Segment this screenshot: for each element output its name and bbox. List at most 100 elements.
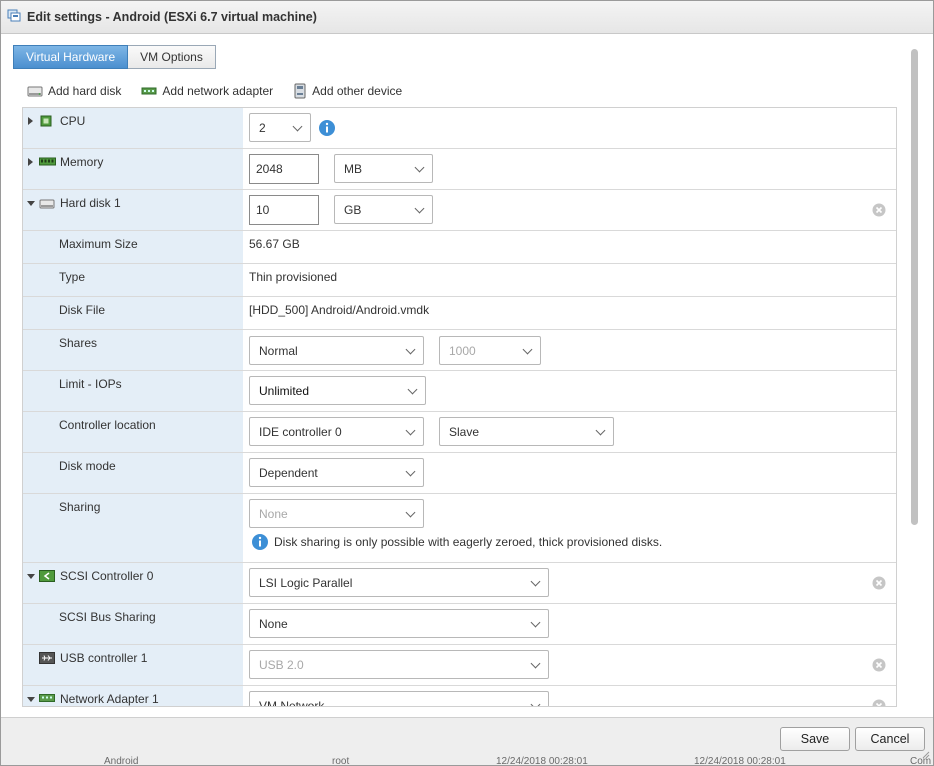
scsi-controller-type-value: LSI Logic Parallel [259,575,353,590]
hardware-toolbar: Add hard disk Add network adapter Add ot… [27,83,422,99]
scsi-controller-label-cell: SCSI Controller 0 [23,563,243,603]
disk-file-row: Disk File [HDD_500] Android/Android.vmdk [23,297,896,330]
hard-disk-row: Hard disk 1 10 GB [23,190,896,231]
expand-chevron-icon[interactable] [28,158,33,166]
limit-iops-select[interactable]: Unlimited [249,376,426,405]
hard-disk-size-input[interactable]: 10 [249,195,319,225]
disk-mode-select[interactable]: Dependent [249,458,424,487]
disk-file-value-cell: [HDD_500] Android/Android.vmdk [249,297,896,329]
info-icon[interactable] [318,119,336,137]
add-network-adapter-button[interactable]: Add network adapter [141,84,273,98]
scsi-controller-value-cell: LSI Logic Parallel [249,563,896,603]
remove-scsi-controller-icon[interactable] [872,576,886,590]
controller-location-value-cell: IDE controller 0 Slave [249,412,896,452]
chevron-down-icon [405,344,416,355]
max-size-value-cell: 56.67 GB [249,231,896,263]
cpu-label: CPU [60,114,86,128]
cpu-count-value: 2 [259,120,266,135]
sharing-value-cell: None Disk sharing is only possible with … [249,494,896,562]
scsi-controller-row: SCSI Controller 0 LSI Logic Parallel [23,563,896,604]
scsi-bus-sharing-value-cell: None [249,604,896,644]
limit-iops-label-cell: Limit - IOPs [23,371,243,411]
cpu-row: CPU 2 [23,108,896,149]
network-adapter-label: Network Adapter 1 [60,692,159,706]
limit-iops-value-cell: Unlimited [249,371,896,411]
cpu-label-cell: CPU [23,108,243,148]
shares-label: Shares [59,336,98,350]
tab-vm-options[interactable]: VM Options [128,45,216,69]
chevron-down-icon [292,121,303,132]
remove-usb-controller-icon[interactable] [872,658,886,672]
memory-unit-value: MB [344,161,362,176]
scrollbar-thumb[interactable] [911,49,918,525]
controller-position-value: Slave [449,424,480,439]
cpu-count-select[interactable]: 2 [249,113,311,142]
sharing-label: Sharing [59,500,101,514]
shares-row: Shares Normal 1000 [23,330,896,371]
hard-disk-icon [39,198,55,210]
shares-select[interactable]: Normal [249,336,424,365]
disk-type-label-cell: Type [23,264,243,296]
hard-disk-unit-select[interactable]: GB [334,195,433,224]
chevron-down-icon [530,658,541,669]
remove-network-adapter-icon[interactable] [872,699,886,706]
dialog-titlebar: Edit settings - Android (ESXi 6.7 virtua… [1,1,933,34]
scsi-bus-sharing-select[interactable]: None [249,609,549,638]
usb-controller-type-select: USB 2.0 [249,650,549,679]
network-adapter-value-cell: VM Network [249,686,896,706]
chevron-down-icon [530,576,541,587]
memory-unit-select[interactable]: MB [334,154,433,183]
remove-hard-disk-icon[interactable] [872,203,886,217]
save-button[interactable]: Save [780,727,850,751]
max-size-value: 56.67 GB [249,237,300,251]
tab-virtual-hardware[interactable]: Virtual Hardware [13,45,129,69]
usb-controller-row: USB controller 1 USB 2.0 [23,645,896,686]
max-size-row: Maximum Size 56.67 GB [23,231,896,264]
add-other-device-label: Add other device [312,84,403,98]
background-task-time1: 12/24/2018 00:28:01 [496,756,588,766]
add-other-device-button[interactable]: Add other device [293,83,402,99]
sharing-note: Disk sharing is only possible with eager… [274,535,663,549]
chevron-down-icon [595,425,606,436]
scsi-controller-type-select[interactable]: LSI Logic Parallel [249,568,549,597]
controller-position-select[interactable]: Slave [439,417,614,446]
expand-chevron-icon[interactable] [28,117,33,125]
hard-disk-label-cell: Hard disk 1 [23,190,243,230]
controller-location-label: Controller location [59,418,156,432]
network-select[interactable]: VM Network [249,691,549,706]
background-task-row: Android root 12/24/2018 00:28:01 12/24/2… [0,756,934,766]
virtual-hardware-panel: CPU 2 Memory 2048 MB Hard disk 1 10 GB M… [22,107,897,707]
memory-label-cell: Memory [23,149,243,189]
limit-iops-value: Unlimited [259,383,310,398]
info-icon [251,533,269,551]
hard-disk-label: Hard disk 1 [60,196,121,210]
controller-select[interactable]: IDE controller 0 [249,417,424,446]
cancel-button[interactable]: Cancel [855,727,925,751]
disk-type-value: Thin provisioned [249,270,338,284]
chevron-down-icon [414,162,425,173]
memory-size-input[interactable]: 2048 [249,154,319,184]
cpu-value-cell: 2 [249,108,896,148]
memory-row: Memory 2048 MB [23,149,896,190]
collapse-chevron-icon[interactable] [27,697,35,702]
other-device-icon [293,83,307,99]
add-hard-disk-button[interactable]: Add hard disk [27,84,121,98]
disk-file-value: [HDD_500] Android/Android.vmdk [249,303,430,317]
disk-mode-value: Dependent [259,465,318,480]
chevron-down-icon [530,617,541,628]
network-adapter-row: Network Adapter 1 VM Network [23,686,896,706]
scsi-controller-label: SCSI Controller 0 [60,569,154,583]
shares-amount-value: 1000 [449,343,476,358]
edit-settings-dialog: Edit settings - Android (ESXi 6.7 virtua… [0,0,934,766]
background-task-time2: 12/24/2018 00:28:01 [694,756,786,766]
collapse-chevron-icon[interactable] [27,201,35,206]
sharing-select: None [249,499,424,528]
shares-value: Normal [259,343,298,358]
chevron-down-icon [407,384,418,395]
disk-type-value-cell: Thin provisioned [249,264,896,296]
usb-icon [39,652,55,664]
collapse-chevron-icon[interactable] [27,574,35,579]
disk-file-label-cell: Disk File [23,297,243,329]
add-hard-disk-label: Add hard disk [48,84,122,98]
hard-disk-icon [27,84,43,98]
